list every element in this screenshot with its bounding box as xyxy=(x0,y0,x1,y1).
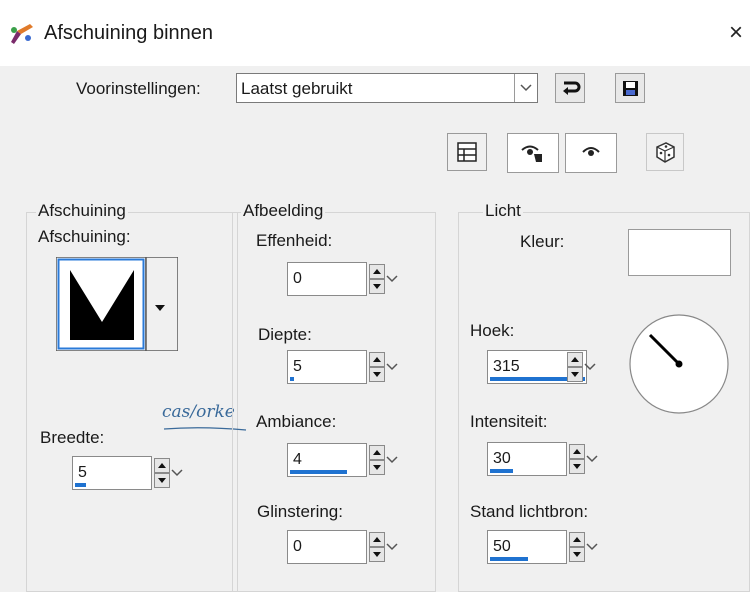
presets-value: Laatst gebruikt xyxy=(241,79,353,98)
smoothness-dropdown-chevron[interactable] xyxy=(385,264,399,294)
elevation-progress xyxy=(490,557,528,561)
intensity-value: 30 xyxy=(493,450,511,467)
shininess-dropdown-chevron[interactable] xyxy=(385,532,399,562)
brush-icon xyxy=(8,22,36,46)
light-color-swatch[interactable] xyxy=(628,229,731,276)
intensity-label: Intensiteit: xyxy=(470,412,548,431)
chevron-down-icon[interactable] xyxy=(155,298,165,316)
reset-arrow-icon xyxy=(556,81,584,106)
dice-icon xyxy=(647,142,683,174)
smoothness-spinner[interactable]: 0 xyxy=(287,262,401,296)
shininess-value: 0 xyxy=(293,538,302,555)
eye-icon xyxy=(566,147,616,176)
elevation-label: Stand lichtbron: xyxy=(470,502,589,521)
elevation-dropdown-chevron[interactable] xyxy=(585,532,599,562)
auto-proof-button[interactable] xyxy=(565,133,617,173)
elevation-value: 50 xyxy=(493,538,511,555)
intensity-dropdown-chevron[interactable] xyxy=(585,444,599,474)
depth-spinner[interactable]: 5 xyxy=(287,350,401,384)
chevron-down-icon[interactable] xyxy=(514,74,537,102)
proof-toggle-button[interactable] xyxy=(507,133,559,173)
elevation-spinner[interactable]: 50 xyxy=(487,530,601,564)
save-preset-button[interactable] xyxy=(615,73,645,103)
save-disk-icon xyxy=(616,81,644,106)
shininess-spinner[interactable]: 0 xyxy=(287,530,401,564)
depth-stepper[interactable] xyxy=(369,352,385,382)
ambience-stepper[interactable] xyxy=(369,445,385,475)
elevation-stepper[interactable] xyxy=(569,532,585,562)
randomize-button[interactable] xyxy=(646,133,684,171)
ambience-dropdown-chevron[interactable] xyxy=(385,445,399,475)
width-progress xyxy=(75,483,86,487)
width-label: Breedte: xyxy=(40,428,105,447)
width-value: 5 xyxy=(78,464,87,481)
angle-label: Hoek: xyxy=(470,321,515,340)
width-stepper[interactable] xyxy=(154,458,170,488)
ambience-label: Ambiance: xyxy=(256,412,337,431)
depth-dropdown-chevron[interactable] xyxy=(385,352,399,382)
angle-dropdown-chevron[interactable] xyxy=(583,352,597,382)
preview-layout-button[interactable] xyxy=(447,133,487,171)
image-group-legend: Afbeelding xyxy=(241,201,326,221)
angle-value: 315 xyxy=(493,358,520,375)
depth-label: Diepte: xyxy=(258,325,312,344)
angle-dial[interactable] xyxy=(628,313,730,415)
bevel-group-legend: Afschuining xyxy=(36,201,128,221)
smoothness-input[interactable]: 0 xyxy=(287,262,367,296)
width-dropdown-chevron[interactable] xyxy=(170,458,184,488)
bevel-shape-preview xyxy=(68,266,136,342)
angle-stepper[interactable] xyxy=(567,352,583,382)
proof-eye-icon xyxy=(508,145,558,176)
depth-value: 5 xyxy=(293,358,302,375)
angle-spinner[interactable]: 315 xyxy=(487,350,601,384)
window-title: Afschuining binnen xyxy=(44,22,214,44)
bevel-shape-label: Afschuining: xyxy=(38,227,131,246)
shininess-stepper[interactable] xyxy=(369,532,385,562)
intensity-input[interactable]: 30 xyxy=(487,442,567,476)
color-label: Kleur: xyxy=(520,232,565,251)
shininess-input[interactable]: 0 xyxy=(287,530,367,564)
intensity-stepper[interactable] xyxy=(569,444,585,474)
smoothness-value: 0 xyxy=(293,270,302,287)
width-spinner[interactable]: 5 xyxy=(72,456,186,490)
presets-dropdown[interactable]: Laatst gebruikt xyxy=(236,73,538,103)
presets-label: Voorinstellingen: xyxy=(76,79,201,98)
ambience-value: 4 xyxy=(293,451,302,468)
ambience-input[interactable]: 4 xyxy=(287,443,367,477)
preview-layout-icon xyxy=(448,142,486,174)
depth-input[interactable]: 5 xyxy=(287,350,367,384)
elevation-input[interactable]: 50 xyxy=(487,530,567,564)
intensity-spinner[interactable]: 30 xyxy=(487,442,601,476)
ambience-spinner[interactable]: 4 xyxy=(287,443,401,477)
reset-button[interactable] xyxy=(555,73,585,103)
smoothness-label: Effenheid: xyxy=(256,231,333,250)
intensity-progress xyxy=(490,469,513,473)
close-button[interactable]: × xyxy=(722,18,750,48)
ambience-progress xyxy=(290,470,347,474)
shininess-label: Glinstering: xyxy=(257,502,343,521)
smoothness-stepper[interactable] xyxy=(369,264,385,294)
depth-progress xyxy=(290,377,294,381)
width-input[interactable]: 5 xyxy=(72,456,152,490)
light-group-legend: Licht xyxy=(483,201,523,221)
